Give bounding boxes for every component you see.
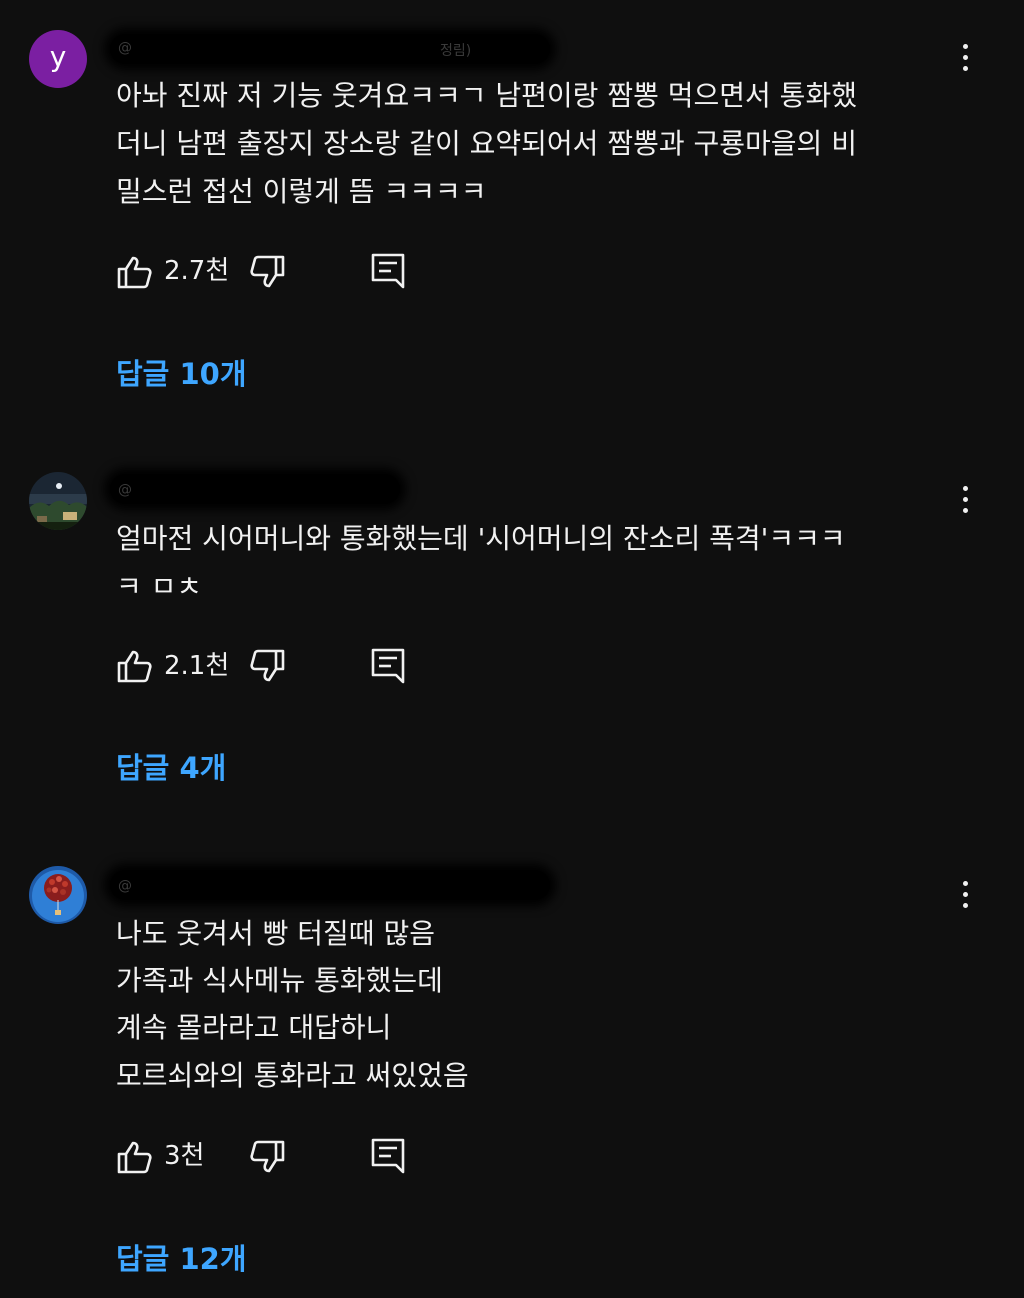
dislike-button[interactable] [248,1137,288,1177]
reply-button[interactable] [370,252,406,290]
reply-button[interactable] [370,1137,406,1175]
avatar[interactable]: y [29,30,87,88]
author-handle-fragment: 정림) [440,43,472,59]
dot-icon [963,892,968,897]
author-name-redacted[interactable] [110,870,550,900]
dot-icon [963,881,968,886]
dot-icon [963,497,968,502]
avatar[interactable] [29,866,87,924]
comment-reply-icon [371,1138,405,1174]
comment-text-line: ㅋ ㅁㅊ [116,570,203,603]
dot-icon [963,66,968,71]
thumbs-down-icon [250,1140,285,1173]
author-name-redacted[interactable] [110,474,400,504]
author-handle-fragment: @ [118,482,132,498]
like-button[interactable] [114,252,154,292]
avatar[interactable] [29,472,87,530]
more-actions-button[interactable] [950,40,982,76]
night-landscape-avatar-icon [29,472,87,530]
comment-reply-icon [371,253,405,289]
comment-text-line: 가족과 식사메뉴 통화했는데 [116,964,443,997]
comment-text-line: 얼마전 시어머니와 통화했는데 '시어머니의 잔소리 폭격'ㅋㅋㅋ [116,522,846,555]
author-name-redacted[interactable] [110,34,550,64]
thumbs-up-icon [117,1141,152,1174]
view-replies-link[interactable]: 답글 10개 [116,356,247,392]
like-button[interactable] [114,646,154,686]
comment-text-line: 밀스런 접선 이렇게 뜸 ㅋㅋㅋㅋ [116,175,487,208]
view-replies-link[interactable]: 답글 4개 [116,750,226,786]
avatar-letter: y [49,40,67,73]
comment-text-line: 모르쇠와의 통화라고 써있었음 [116,1059,469,1092]
dislike-button[interactable] [248,252,288,292]
reply-button[interactable] [370,647,406,685]
like-button[interactable] [114,1137,154,1177]
more-actions-button[interactable] [950,482,982,518]
thumbs-down-icon [250,649,285,682]
view-replies-link[interactable]: 답글 12개 [116,1241,247,1277]
author-handle-fragment: @ [118,40,132,56]
dot-icon [963,44,968,49]
balloons-avatar-icon [29,866,87,924]
like-count: 2.1천 [164,651,230,681]
comment-text-line: 나도 웃겨서 빵 터질때 많음 [116,917,435,950]
thumbs-up-icon [117,650,152,683]
dot-icon [963,508,968,513]
like-count: 3천 [164,1141,205,1171]
comment-text-line: 아놔 진짜 저 기능 웃겨요ㅋㅋㄱ 남편이랑 짬뽕 먹으면서 통화했 [116,79,857,112]
comment-reply-icon [371,648,405,684]
dot-icon [963,486,968,491]
dislike-button[interactable] [248,646,288,686]
comment-text-line: 더니 남편 출장지 장소랑 같이 요약되어서 짬뽕과 구룡마을의 비 [116,127,857,160]
author-handle-fragment: @ [118,878,132,894]
like-count: 2.7천 [164,256,230,286]
more-actions-button[interactable] [950,877,982,913]
thumbs-up-icon [117,256,152,289]
dot-icon [963,903,968,908]
comment-text-line: 계속 몰라라고 대답하니 [116,1011,392,1044]
thumbs-down-icon [250,255,285,288]
dot-icon [963,55,968,60]
